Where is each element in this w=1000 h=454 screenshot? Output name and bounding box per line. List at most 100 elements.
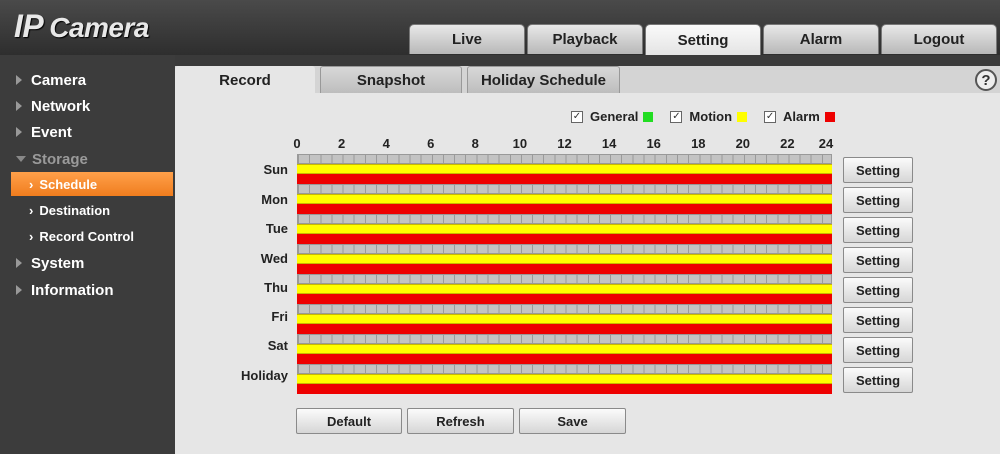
sidebar-item-label: Event bbox=[31, 123, 72, 141]
top-tab-setting[interactable]: Setting bbox=[645, 24, 761, 55]
legend-label: Motion bbox=[689, 109, 733, 124]
top-tab-alarm[interactable]: Alarm bbox=[763, 24, 879, 54]
motion-bar bbox=[297, 194, 832, 204]
time-grid[interactable] bbox=[297, 334, 832, 344]
chevron-right-icon: › bbox=[29, 228, 34, 244]
collapsed-arrow-icon bbox=[16, 101, 22, 111]
tab-snapshot[interactable]: Snapshot bbox=[320, 66, 462, 93]
general-color-swatch bbox=[643, 111, 654, 122]
hour-label: 6 bbox=[427, 136, 435, 151]
setting-button-wed[interactable]: Setting bbox=[843, 247, 913, 273]
alarm-bar bbox=[297, 294, 832, 304]
schedule-row-wed[interactable] bbox=[297, 244, 832, 274]
sidebar-item-event[interactable]: Event bbox=[0, 119, 175, 145]
hour-label: 4 bbox=[382, 136, 390, 151]
hour-label: 12 bbox=[557, 136, 572, 151]
sidebar-subitem-destination[interactable]: › Destination bbox=[11, 198, 173, 222]
sidebar-item-label: Information bbox=[31, 281, 114, 299]
motion-checkbox[interactable]: ✓ bbox=[670, 110, 683, 123]
setting-button-sun[interactable]: Setting bbox=[843, 157, 913, 183]
general-checkbox[interactable]: ✓ bbox=[571, 110, 583, 123]
motion-bar bbox=[297, 374, 832, 384]
setting-button-tue[interactable]: Setting bbox=[843, 217, 913, 243]
motion-bar bbox=[297, 344, 832, 354]
motion-bar bbox=[297, 164, 832, 174]
sidebar-item-label: Schedule bbox=[39, 176, 98, 192]
time-grid[interactable] bbox=[297, 184, 832, 194]
sidebar-subitem-record-control[interactable]: › Record Control bbox=[11, 224, 173, 248]
refresh-button[interactable]: Refresh bbox=[407, 408, 514, 434]
time-grid[interactable] bbox=[297, 154, 832, 164]
motion-bar bbox=[297, 254, 832, 264]
alarm-bar bbox=[297, 384, 832, 394]
day-label-sat: Sat bbox=[267, 338, 288, 353]
legend-general: ✓ General bbox=[571, 109, 654, 124]
header: IP Camera Live Playback Setting Alarm Log… bbox=[0, 0, 1000, 55]
schedule-row-thu[interactable] bbox=[297, 274, 832, 304]
setting-button-holiday[interactable]: Setting bbox=[843, 367, 913, 393]
hour-label: 10 bbox=[512, 136, 528, 151]
legend-label: Alarm bbox=[783, 109, 820, 124]
sidebar: Camera Network Event Storage › Schedule ›… bbox=[0, 55, 175, 454]
time-grid[interactable] bbox=[297, 274, 832, 284]
collapsed-arrow-icon bbox=[16, 75, 22, 85]
sidebar-item-system[interactable]: System bbox=[0, 250, 175, 276]
legend: ✓ General ✓ Motion ✓ Alarm bbox=[571, 109, 852, 124]
alarm-bar bbox=[297, 204, 832, 214]
sidebar-item-label: Destination bbox=[39, 202, 111, 218]
alarm-bar bbox=[297, 174, 832, 184]
top-tab-playback[interactable]: Playback bbox=[527, 24, 643, 54]
schedule-row-tue[interactable] bbox=[297, 214, 832, 244]
day-label-holiday: Holiday bbox=[241, 368, 288, 383]
collapsed-arrow-icon bbox=[16, 127, 22, 137]
tab-holiday-schedule[interactable]: Holiday Schedule bbox=[467, 66, 620, 93]
sidebar-item-label: Record Control bbox=[39, 228, 134, 244]
setting-button-mon[interactable]: Setting bbox=[843, 187, 913, 213]
hour-label: 24 bbox=[818, 136, 834, 151]
hour-label: 18 bbox=[691, 136, 706, 151]
hour-label: 22 bbox=[780, 136, 795, 151]
legend-alarm: ✓ Alarm bbox=[764, 109, 835, 124]
alarm-bar bbox=[297, 354, 832, 364]
setting-button-fri[interactable]: Setting bbox=[843, 307, 913, 333]
schedule-row-holiday[interactable] bbox=[297, 364, 832, 394]
collapsed-arrow-icon bbox=[16, 285, 22, 295]
logo-camera: Camera bbox=[49, 12, 149, 43]
tab-record[interactable]: Record bbox=[175, 66, 315, 93]
schedule-row-mon[interactable] bbox=[297, 184, 832, 214]
sidebar-item-camera[interactable]: Camera bbox=[0, 67, 175, 93]
time-grid[interactable] bbox=[297, 304, 832, 314]
sidebar-subitem-schedule[interactable]: › Schedule bbox=[11, 172, 173, 196]
help-icon[interactable]: ? bbox=[975, 69, 997, 91]
setting-button-sat[interactable]: Setting bbox=[843, 337, 913, 363]
schedule-row-sat[interactable] bbox=[297, 334, 832, 364]
sidebar-item-network[interactable]: Network bbox=[0, 93, 175, 119]
day-label-wed: Wed bbox=[260, 251, 288, 266]
alarm-checkbox[interactable]: ✓ bbox=[764, 110, 777, 123]
save-button[interactable]: Save bbox=[519, 408, 626, 434]
default-button[interactable]: Default bbox=[296, 408, 402, 434]
motion-color-swatch bbox=[737, 111, 748, 122]
logo: IP Camera bbox=[14, 8, 149, 45]
chevron-right-icon: › bbox=[29, 176, 34, 192]
main-panel: Record Snapshot Holiday Schedule ? ✓ Gen… bbox=[175, 66, 1000, 454]
sidebar-item-storage[interactable]: Storage bbox=[0, 146, 175, 172]
time-grid[interactable] bbox=[297, 244, 832, 254]
legend-motion: ✓ Motion bbox=[670, 109, 748, 124]
schedule-row-fri[interactable] bbox=[297, 304, 832, 334]
sidebar-item-information[interactable]: Information bbox=[0, 277, 175, 303]
time-grid[interactable] bbox=[297, 214, 832, 224]
expanded-arrow-icon bbox=[16, 156, 26, 162]
day-label-fri: Fri bbox=[271, 309, 288, 324]
top-tab-logout[interactable]: Logout bbox=[881, 24, 997, 54]
schedule-row-sun[interactable] bbox=[297, 154, 832, 184]
legend-label: General bbox=[590, 109, 639, 124]
time-grid[interactable] bbox=[297, 364, 832, 374]
alarm-bar bbox=[297, 324, 832, 334]
sidebar-item-label: System bbox=[31, 254, 85, 272]
alarm-bar bbox=[297, 234, 832, 244]
top-tab-live[interactable]: Live bbox=[409, 24, 525, 54]
hour-label: 8 bbox=[471, 136, 479, 151]
setting-button-thu[interactable]: Setting bbox=[843, 277, 913, 303]
hour-label: 20 bbox=[735, 136, 751, 151]
